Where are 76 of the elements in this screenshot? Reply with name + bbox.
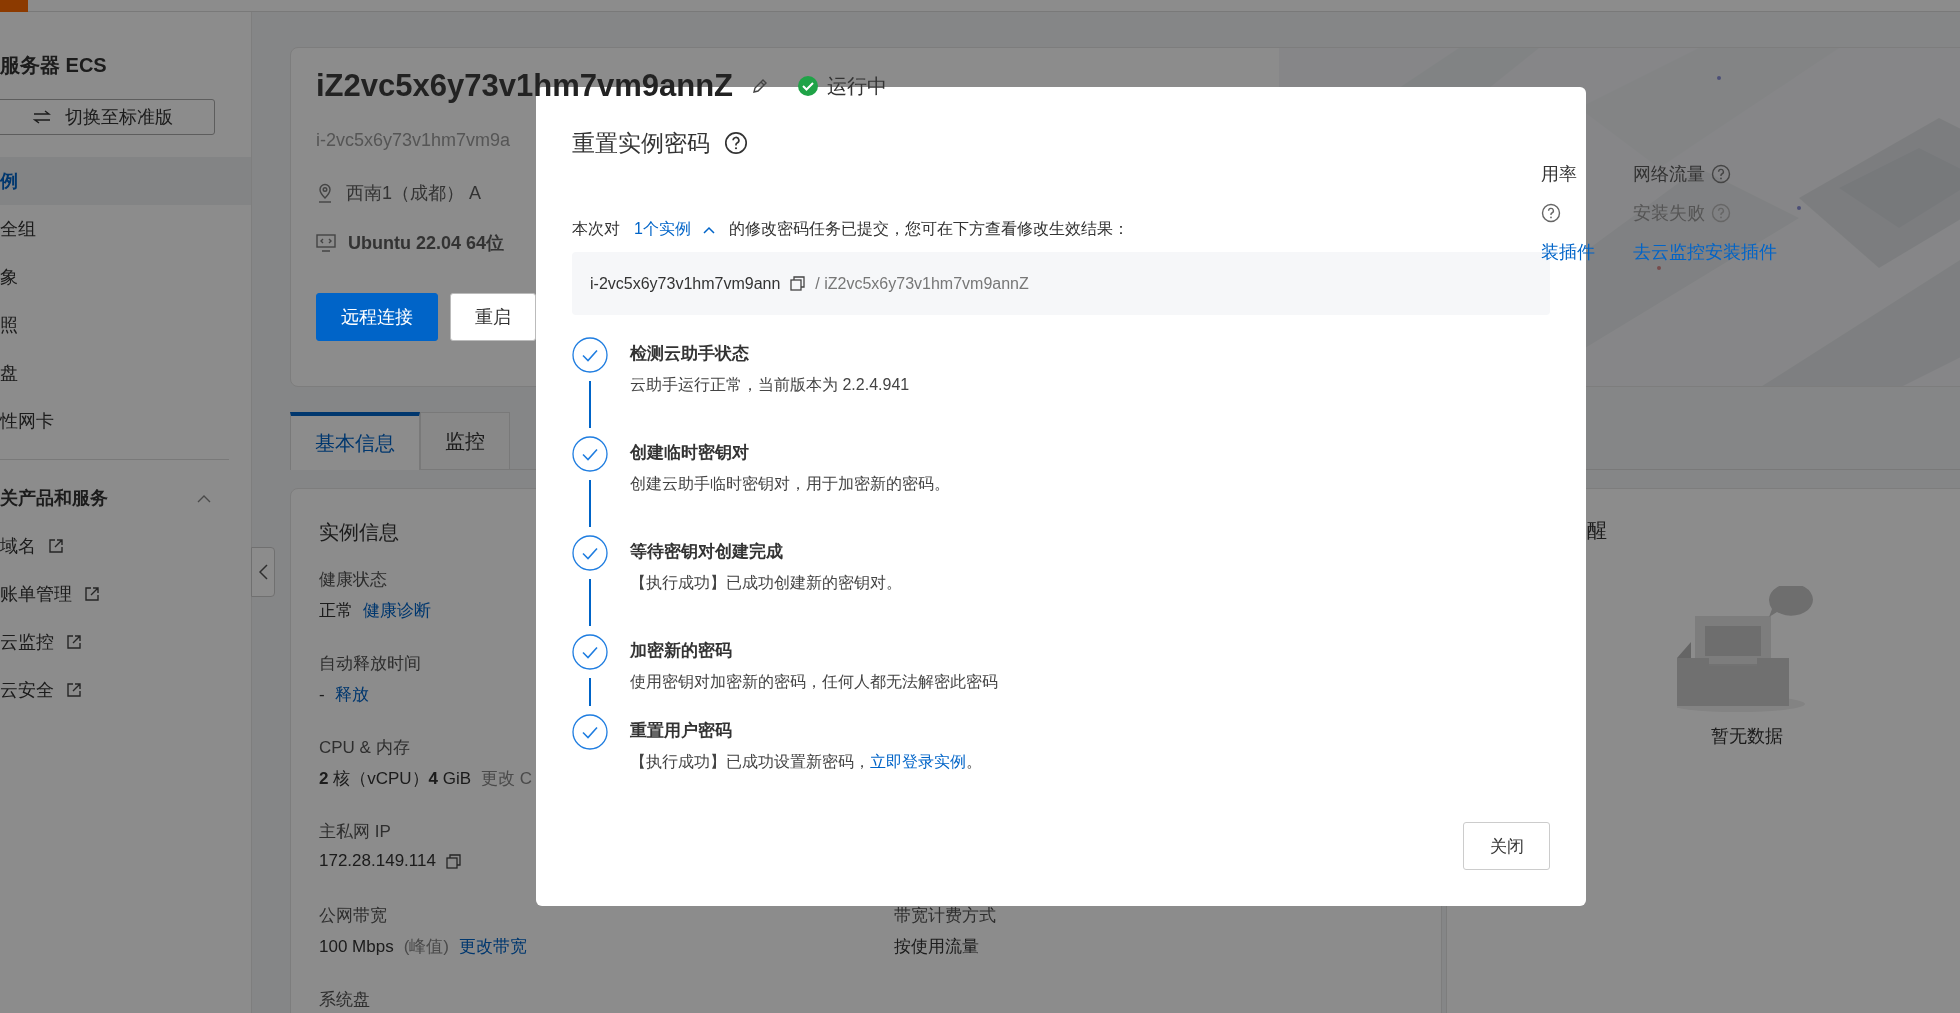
- tab[interactable]: 监控: [420, 412, 510, 470]
- field-value: -: [319, 684, 325, 705]
- close-button[interactable]: 关闭: [1463, 822, 1550, 870]
- zone-text: 西南1（成都） A: [346, 182, 482, 205]
- connect-button[interactable]: 远程连接: [316, 293, 438, 341]
- step-title: 等待密钥对创建完成: [630, 541, 784, 563]
- os-text: Ubuntu 22.04 64位: [348, 232, 505, 255]
- field-link[interactable]: 更改带宽: [459, 935, 527, 958]
- step-title: 重置用户密码: [630, 720, 733, 742]
- field-note: (峰值): [403, 936, 449, 958]
- help-icon[interactable]: [724, 131, 748, 155]
- sidebar-title: 服务器 ECS: [0, 53, 108, 78]
- sidebar-item[interactable]: 象: [0, 253, 251, 301]
- metric-title: 网络流量: [1633, 163, 1705, 186]
- step-description: 【执行成功】已成功设置新密码，立即登录实例。: [630, 752, 982, 772]
- metric-title: 用率: [1541, 163, 1577, 186]
- sidebar-item[interactable]: 例: [0, 157, 251, 205]
- help-icon[interactable]: [1541, 203, 1561, 223]
- location-pin-icon: [316, 183, 334, 203]
- step-title: 检测云助手状态: [630, 343, 750, 365]
- sidebar-item[interactable]: 全组: [0, 205, 251, 253]
- step-description: 【执行成功】已成功创建新的密钥对。: [630, 573, 902, 593]
- chevron-icon[interactable]: [197, 493, 211, 503]
- instance-name: iZ2vc5x6y73v1hm7vm9annZ: [316, 68, 734, 104]
- switch-edition-button[interactable]: 切换至标准版: [0, 99, 215, 135]
- field-label: CPU & 内存: [319, 737, 410, 759]
- external-link-icon: [84, 586, 100, 602]
- field-link[interactable]: 健康诊断: [363, 599, 431, 622]
- sidebar-link[interactable]: 云监控: [0, 618, 251, 666]
- restart-button[interactable]: 重启: [450, 293, 536, 341]
- tab[interactable]: 基本信息: [290, 412, 420, 470]
- sidebar-link[interactable]: 账单管理: [0, 570, 251, 618]
- field-value: 正常: [319, 600, 353, 622]
- sidebar-link[interactable]: 域名: [0, 522, 251, 570]
- field-value: 2 核（vCPU）4 GiB: [319, 768, 472, 790]
- sidebar-item[interactable]: 照: [0, 301, 251, 349]
- field-label: 自动释放时间: [319, 653, 421, 675]
- field-link[interactable]: 释放: [334, 683, 369, 706]
- step-description: 使用密钥对加密新的密码，任何人都无法解密此密码: [630, 672, 998, 692]
- sidebar-link[interactable]: 云安全: [0, 666, 251, 714]
- instance-id: i-2vc5x6y73v1hm7vm9ann: [590, 274, 781, 293]
- sidebar-item[interactable]: 性网卡: [0, 397, 251, 445]
- intro-text: 本次对: [572, 219, 620, 239]
- section-title: 关产品和服务: [0, 487, 108, 510]
- instances-link[interactable]: 1个实例: [630, 219, 719, 240]
- field-value: 172.28.149.114: [319, 851, 436, 871]
- collapse-button[interactable]: [251, 547, 275, 597]
- monitor-code-icon: [316, 234, 336, 252]
- copy-icon[interactable]: [445, 853, 461, 869]
- swap-icon: [32, 110, 51, 124]
- step-description: 云助手运行正常，当前版本为 2.2.4.941: [630, 375, 910, 395]
- card-title: 醒: [1587, 518, 1608, 543]
- instance-name: / iZ2vc5x6y73v1hm7vm9annZ: [815, 274, 1029, 293]
- field-label: 带宽计费方式: [894, 905, 996, 927]
- login-link[interactable]: 立即登录实例: [870, 753, 966, 770]
- field-label: 公网带宽: [319, 905, 387, 927]
- field-value: 100 Mbps: [319, 936, 394, 957]
- card-title: 实例信息: [319, 520, 400, 545]
- external-link-icon: [48, 538, 64, 554]
- field-note: 更改 C: [481, 768, 533, 790]
- field-value: 按使用流量: [894, 936, 979, 958]
- external-link-icon: [66, 682, 82, 698]
- step-title: 创建临时密钥对: [630, 442, 750, 464]
- field-label: 健康状态: [319, 569, 387, 591]
- dialog-title: 重置实例密码: [572, 128, 710, 158]
- field-label: 主私网 IP: [319, 821, 391, 843]
- copy-icon[interactable]: [790, 276, 806, 291]
- step-description: 创建云助手临时密钥对，用于加密新的密码。: [630, 474, 950, 494]
- sidebar-item[interactable]: 盘: [0, 349, 251, 397]
- external-link-icon: [66, 634, 82, 650]
- intro-text: 的修改密码任务已提交，您可在下方查看修改生效结果：: [728, 219, 1129, 239]
- chevron-left-icon: [258, 564, 268, 580]
- empty-text: 暂无数据: [1711, 725, 1783, 748]
- step-title: 加密新的密码: [630, 640, 733, 662]
- field-label: 系统盘: [319, 989, 370, 1011]
- install-plugin-link[interactable]: 装插件: [1541, 240, 1595, 264]
